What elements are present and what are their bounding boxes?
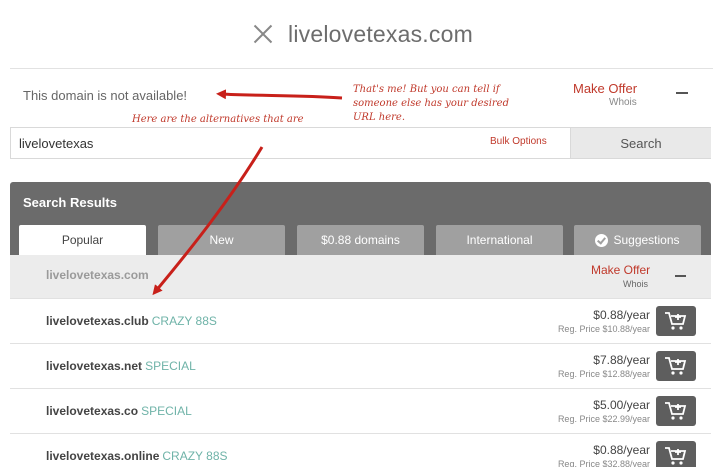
close-icon[interactable] <box>252 23 274 45</box>
cart-icon <box>665 447 687 465</box>
search-bar: Bulk Options Search <box>10 127 711 159</box>
add-to-cart-button[interactable] <box>656 441 696 467</box>
search-input[interactable] <box>11 128 489 158</box>
domain-row: livelovetexas.net SPECIAL $7.88/year Reg.… <box>10 344 711 389</box>
promo-tag: CRAZY 88S <box>162 449 228 463</box>
tab-international[interactable]: International <box>436 225 563 255</box>
regular-price: Reg. Price $32.88/year <box>557 459 650 467</box>
domain-name: livelovetexas.co SPECIAL <box>46 404 192 418</box>
regular-price: Reg. Price $10.88/year <box>557 324 650 334</box>
regular-price: Reg. Price $22.99/year <box>557 414 650 424</box>
tab-label: $0.88 domains <box>321 233 400 247</box>
annotation-note-1: That's me! But you can tell if someone e… <box>353 84 509 123</box>
make-offer-link[interactable]: Make Offer <box>573 81 637 96</box>
price: $7.88/year <box>593 353 650 367</box>
cart-icon <box>665 357 687 375</box>
collapse-icon[interactable] <box>676 92 688 94</box>
check-circle-icon <box>595 233 609 247</box>
price: $5.00/year <box>593 398 650 412</box>
cart-icon <box>665 312 687 330</box>
domain-row: livelovetexas.club CRAZY 88S $0.88/year R… <box>10 299 711 344</box>
tab-088-domains[interactable]: $0.88 domains <box>297 225 424 255</box>
availability-message: This domain is not available! <box>23 88 188 103</box>
collapse-icon[interactable] <box>675 275 686 277</box>
price: $0.88/year <box>593 308 650 322</box>
tab-popular[interactable]: Popular <box>19 225 146 255</box>
make-offer-link[interactable]: Make Offer <box>591 263 650 277</box>
bulk-options-link[interactable]: Bulk Options <box>490 136 547 147</box>
add-to-cart-button[interactable] <box>656 306 696 336</box>
whois-link[interactable]: Whois <box>623 279 648 289</box>
search-button[interactable]: Search <box>570 128 711 158</box>
page: livelovetexas.com This domain is not ava… <box>0 0 725 467</box>
tab-suggestions[interactable]: Suggestions <box>574 225 701 255</box>
domain-name: livelovetexas.net SPECIAL <box>46 359 196 373</box>
search-results-panel: Search Results Popular New $0.88 domains… <box>10 182 711 467</box>
domain-row: livelovetexas.co SPECIAL $5.00/year Reg. … <box>10 389 711 434</box>
tab-label: Popular <box>61 233 104 247</box>
page-title: livelovetexas.com <box>288 20 473 47</box>
tab-new[interactable]: New <box>158 225 285 255</box>
promo-tag: SPECIAL <box>141 404 192 418</box>
domain-name: livelovetexas.com <box>46 268 149 282</box>
results-header: Search Results Popular New $0.88 domains… <box>10 182 711 255</box>
cart-icon <box>665 402 687 420</box>
promo-tag: SPECIAL <box>145 359 196 373</box>
regular-price: Reg. Price $12.88/year <box>557 369 650 379</box>
domain-name: livelovetexas.club CRAZY 88S <box>46 314 217 328</box>
price: $0.88/year <box>593 443 650 457</box>
tab-label: Suggestions <box>613 233 680 247</box>
domain-name: livelovetexas.online CRAZY 88S <box>46 449 228 463</box>
header: livelovetexas.com <box>0 0 725 68</box>
add-to-cart-button[interactable] <box>656 396 696 426</box>
whois-link[interactable]: Whois <box>609 97 637 108</box>
domain-row: livelovetexas.online CRAZY 88S $0.88/year… <box>10 434 711 467</box>
results-title: Search Results <box>23 195 117 210</box>
promo-tag: CRAZY 88S <box>151 314 217 328</box>
unavailable-domain-row: livelovetexas.com Make Offer Whois <box>10 255 711 299</box>
add-to-cart-button[interactable] <box>656 351 696 381</box>
tab-label: International <box>466 233 533 247</box>
tab-label: New <box>209 233 234 247</box>
